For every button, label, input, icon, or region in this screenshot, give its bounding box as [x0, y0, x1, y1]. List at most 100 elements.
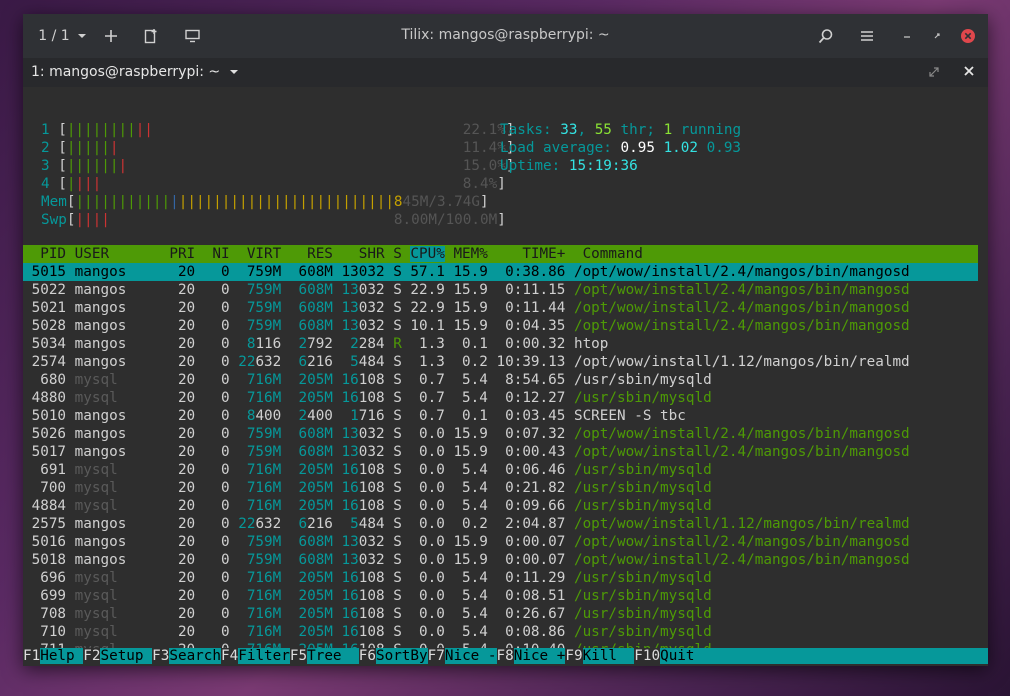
state-cell: S: [393, 408, 411, 424]
shr-cell: 16108: [341, 462, 385, 478]
process-row[interactable]: 5017 mangos 20 0 759M 608M 13032 S 0.0 1…: [23, 443, 910, 461]
terminal-tab-bar: 1: mangos@raspberrypi: ~: [23, 58, 988, 87]
res-cell: 205M: [289, 372, 333, 388]
fkey-f6[interactable]: F6: [358, 648, 376, 664]
fkey-label[interactable]: Help: [40, 648, 84, 664]
process-row[interactable]: 5016 mangos 20 0 759M 608M 13032 S 0.0 1…: [23, 533, 910, 551]
fkey-label[interactable]: Filter: [238, 648, 290, 664]
command-cell: htop: [573, 336, 609, 352]
col-shr[interactable]: SHR: [342, 246, 394, 262]
process-row[interactable]: 5022 mangos 20 0 759M 608M 13032 S 22.9 …: [23, 281, 910, 299]
close-window-button[interactable]: [959, 22, 977, 50]
col-pri[interactable]: PRI: [161, 246, 204, 262]
process-row[interactable]: 5018 mangos 20 0 759M 608M 13032 S 0.0 1…: [23, 551, 910, 569]
ni-cell: 0: [203, 516, 239, 532]
fkey-label[interactable]: Nice +: [513, 648, 566, 664]
fkey-label[interactable]: Nice -: [444, 648, 497, 664]
mem-cell: 5.4: [453, 480, 497, 496]
menu-button[interactable]: [856, 22, 878, 50]
cpu-meter-1: 1 [|||||||||| 22.1%]: [41, 122, 515, 138]
process-row[interactable]: 5026 mangos 20 0 759M 608M 13032 S 0.0 1…: [23, 425, 910, 443]
process-row[interactable]: 680 mysql 20 0 716M 205M 16108 S 0.7 5.4…: [23, 371, 712, 389]
process-row[interactable]: 4884 mysql 20 0 716M 205M 16108 S 0.0 5.…: [23, 497, 712, 515]
process-row[interactable]: 5028 mangos 20 0 759M 608M 13032 S 10.1 …: [23, 317, 910, 335]
time-cell: 0:00.43: [496, 444, 574, 460]
process-row[interactable]: 5015 mangos 20 0 759M 608M 13032 S 57.1 …: [23, 263, 978, 281]
process-row[interactable]: 4880 mysql 20 0 716M 205M 16108 S 0.7 5.…: [23, 389, 712, 407]
process-row[interactable]: 5021 mangos 20 0 759M 608M 13032 S 22.9 …: [23, 299, 910, 317]
fkey-f2[interactable]: F2: [83, 648, 101, 664]
col-res[interactable]: RES: [290, 246, 342, 262]
maximize-terminal-button[interactable]: [928, 66, 940, 82]
time-cell: 0:09.66: [496, 498, 574, 514]
user-cell: mangos: [74, 318, 161, 334]
find-button[interactable]: [815, 22, 837, 50]
process-table-header[interactable]: PID USER PRI NI VIRT RES SHR S CPU% MEM%…: [23, 245, 978, 263]
process-row[interactable]: 2575 mangos 20 0 22632 6216 5484 S 0.0 0…: [23, 515, 910, 533]
fkey-label[interactable]: Kill: [582, 648, 635, 664]
mem-cell: 0.2: [453, 354, 497, 370]
fkey-label[interactable]: Quit: [660, 648, 988, 664]
fkey-label[interactable]: SortBy: [375, 648, 428, 664]
process-row[interactable]: 5034 mangos 20 0 8116 2792 2284 R 1.3 0.…: [23, 335, 609, 353]
col-user[interactable]: USER: [75, 246, 161, 262]
col-command[interactable]: Command: [574, 246, 643, 262]
threads-label: thr;: [611, 122, 664, 138]
pid-cell: 2575: [23, 516, 75, 532]
process-row[interactable]: 700 mysql 20 0 716M 205M 16108 S 0.0 5.4…: [23, 479, 712, 497]
pid-cell: 4884: [23, 498, 75, 514]
col-mem[interactable]: MEM%: [445, 246, 497, 262]
col-s[interactable]: S: [393, 246, 410, 262]
maximize-button[interactable]: [928, 22, 946, 50]
col-pid[interactable]: PID: [23, 246, 75, 262]
fkey-f5[interactable]: F5: [289, 648, 308, 664]
close-terminal-button[interactable]: [963, 65, 975, 81]
process-row[interactable]: 5010 mangos 20 0 8400 2400 1716 S 0.7 0.…: [23, 407, 686, 425]
process-row[interactable]: 2574 mangos 20 0 22632 6216 5484 S 1.3 0…: [23, 353, 910, 371]
cpu-cell: 22.9: [410, 300, 454, 316]
cpu-cell: 0.0: [410, 426, 454, 442]
fkey-f4[interactable]: F4: [221, 648, 239, 664]
process-row[interactable]: 708 mysql 20 0 716M 205M 16108 S 0.0 5.4…: [23, 605, 712, 623]
fkey-label[interactable]: Setup: [100, 648, 153, 664]
threads-count: 55: [594, 122, 612, 138]
time-cell: 0:38.86: [496, 264, 574, 280]
fkey-f10[interactable]: F10: [634, 648, 661, 664]
pid-cell: 710: [23, 624, 75, 640]
pid-cell: 5021: [23, 300, 75, 316]
fkey-f1[interactable]: F1: [23, 648, 41, 664]
col-cpu[interactable]: CPU%: [410, 246, 445, 262]
pid-cell: 5016: [23, 534, 75, 550]
ni-cell: 0: [203, 336, 239, 352]
process-row[interactable]: 710 mysql 20 0 716M 205M 16108 S 0.0 5.4…: [23, 623, 712, 641]
fkey-label[interactable]: Tree: [307, 648, 359, 664]
fkey-f8[interactable]: F8: [496, 648, 514, 664]
minimize-button[interactable]: [898, 22, 916, 50]
fkey-f9[interactable]: F9: [565, 648, 583, 664]
terminal-view[interactable]: 1 [|||||||||| 22.1%] 2 [|||||| 11.4%] 3 …: [23, 87, 988, 666]
col-time[interactable]: TIME+: [497, 246, 574, 262]
terminal-title-dropdown[interactable]: 1: mangos@raspberrypi: ~: [31, 64, 240, 80]
fkey-label[interactable]: Search: [169, 648, 222, 664]
ni-cell: 0: [203, 372, 239, 388]
process-row[interactable]: 696 mysql 20 0 716M 205M 16108 S 0.0 5.4…: [23, 569, 712, 587]
pri-cell: 20: [160, 372, 204, 388]
fkey-f3[interactable]: F3: [152, 648, 170, 664]
pid-cell: 5015: [23, 264, 75, 280]
mem-cell: 15.9: [453, 426, 497, 442]
fkey-f7[interactable]: F7: [427, 648, 445, 664]
col-ni[interactable]: NI: [204, 246, 238, 262]
col-virt[interactable]: VIRT: [238, 246, 290, 262]
process-row[interactable]: 699 mysql 20 0 716M 205M 16108 S 0.0 5.4…: [23, 587, 712, 605]
pid-cell: 5034: [23, 336, 75, 352]
process-row[interactable]: 691 mysql 20 0 716M 205M 16108 S 0.0 5.4…: [23, 461, 712, 479]
